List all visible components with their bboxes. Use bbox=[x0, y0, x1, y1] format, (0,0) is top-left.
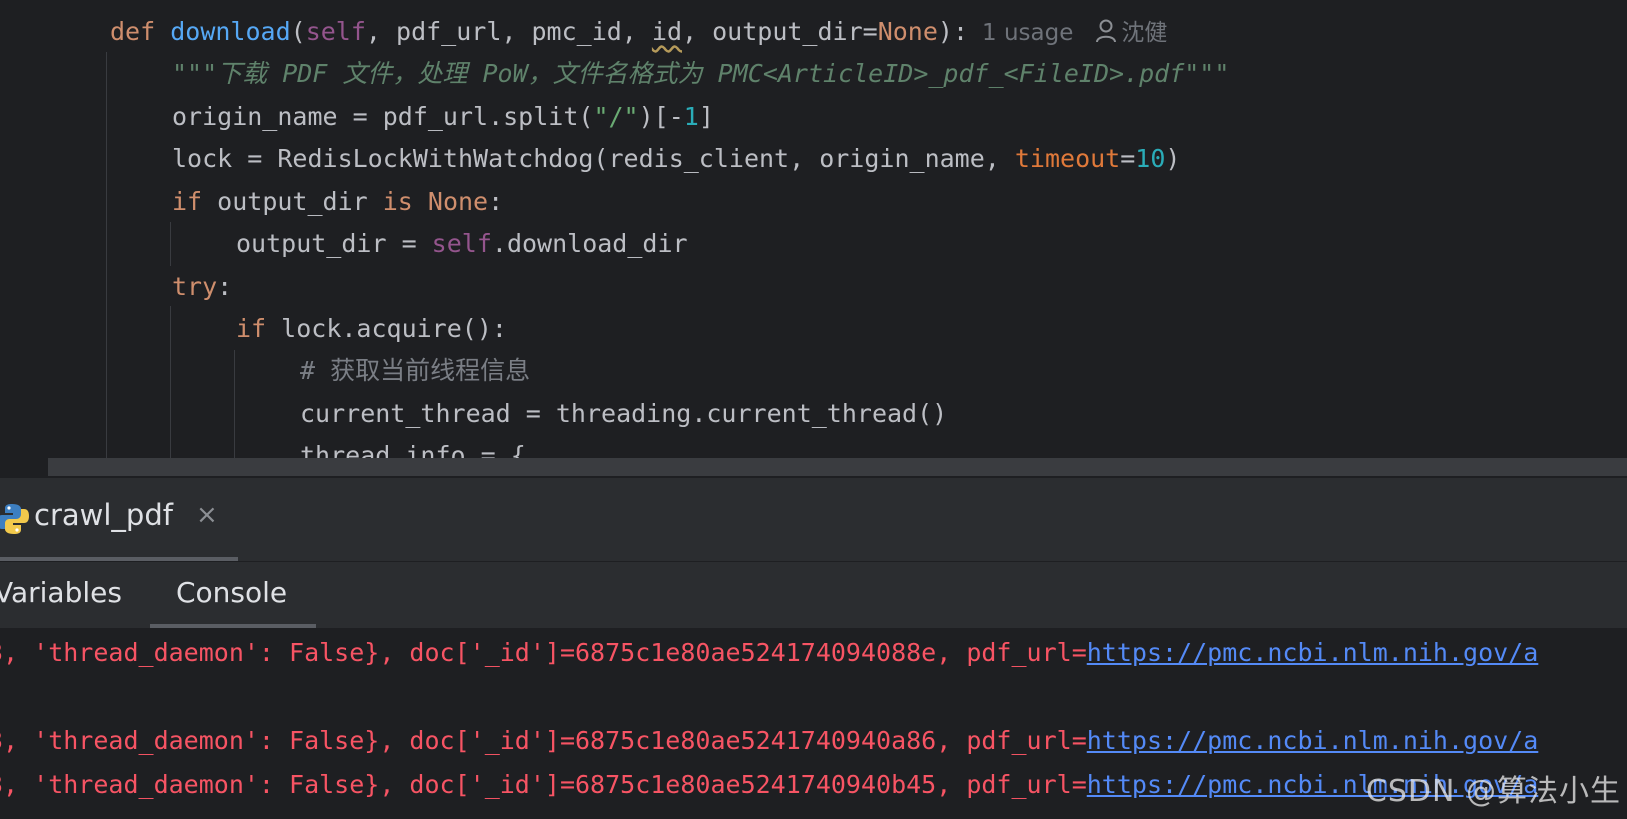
code-line-lock[interactable]: lock = RedisLockWithWatchdog(redis_clien… bbox=[172, 139, 1180, 179]
self-keyword: self bbox=[431, 229, 492, 258]
param-self: self bbox=[305, 17, 366, 46]
code-text: : bbox=[217, 272, 233, 301]
code-text: origin_name = pdf_url.split( bbox=[172, 102, 594, 131]
active-tab-indicator bbox=[0, 557, 238, 561]
is-keyword: is bbox=[382, 187, 413, 216]
params: , pdf_url, pmc_id, bbox=[365, 17, 652, 46]
run-tab-crawl-pdf[interactable]: crawl_pdf × bbox=[0, 478, 238, 561]
code-text: : bbox=[488, 187, 504, 216]
person-icon bbox=[1096, 19, 1117, 43]
param-id-warning[interactable]: id bbox=[652, 17, 682, 46]
horizontal-scrollbar[interactable] bbox=[48, 458, 1627, 476]
none-keyword: None bbox=[427, 187, 489, 216]
code-line-current-thread[interactable]: current_thread = threading.current_threa… bbox=[300, 394, 947, 434]
indent-guide bbox=[106, 52, 107, 472]
code-line-try[interactable]: try: bbox=[172, 267, 232, 307]
code-text: ) bbox=[1165, 144, 1181, 173]
def-keyword: def bbox=[110, 17, 156, 46]
code-line-docstring[interactable]: """下载 PDF 文件，处理 PoW，文件名格式为 PMC<ArticleID… bbox=[172, 54, 1229, 94]
author-hint[interactable]: 沈健 bbox=[1095, 19, 1168, 46]
indent-guide bbox=[170, 306, 171, 472]
console-link[interactable]: https://pmc.ncbi.nlm.nih.gov/a bbox=[1087, 726, 1539, 755]
code-line-if-acquire[interactable]: if lock.acquire(): bbox=[236, 309, 507, 349]
code-text: ] bbox=[698, 102, 714, 131]
code-text: .download_dir bbox=[491, 229, 688, 258]
indent-guide bbox=[170, 222, 171, 266]
string-literal: "/" bbox=[593, 102, 639, 131]
debug-sub-tabs: Variables Console bbox=[0, 562, 1627, 629]
usage-hint[interactable]: 1 usage bbox=[982, 20, 1073, 46]
if-keyword: if bbox=[172, 187, 203, 216]
function-name[interactable]: download bbox=[170, 17, 290, 46]
csdn-watermark: CSDN @算法小生 bbox=[1365, 774, 1621, 809]
code-text: )[- bbox=[638, 102, 684, 131]
console-text: 3, 'thread_daemon': False}, doc['_id']=6… bbox=[0, 638, 1087, 667]
code-text: lock.acquire(): bbox=[266, 314, 507, 343]
number-literal: 1 bbox=[683, 102, 699, 131]
console-line[interactable]: 3, 'thread_daemon': False}, doc['_id']=6… bbox=[0, 633, 1538, 673]
code-text: output_dir bbox=[202, 187, 383, 216]
number-literal: 10 bbox=[1135, 144, 1166, 173]
code-line-comment[interactable]: # 获取当前线程信息 bbox=[300, 351, 530, 391]
code-text: lock = RedisLockWithWatchdog(redis_clien… bbox=[172, 144, 1015, 173]
close-icon[interactable]: × bbox=[196, 500, 218, 530]
none-keyword: None bbox=[877, 17, 938, 46]
console-line[interactable]: 3, 'thread_daemon': False}, doc['_id']=6… bbox=[0, 765, 1538, 805]
python-icon bbox=[0, 504, 29, 534]
code-text: output_dir = bbox=[236, 229, 432, 258]
code-editor[interactable]: def download(self, pdf_url, pmc_id, id, … bbox=[0, 0, 1627, 478]
indent-guide bbox=[234, 350, 235, 472]
active-sub-tab-indicator bbox=[150, 624, 316, 628]
tab-variables[interactable]: Variables bbox=[0, 576, 122, 609]
console-link[interactable]: https://pmc.ncbi.nlm.nih.gov/a bbox=[1087, 638, 1539, 667]
code-line-def[interactable]: def download(self, pdf_url, pmc_id, id, … bbox=[110, 12, 1167, 52]
kwarg-name: timeout bbox=[1014, 144, 1121, 173]
try-keyword: try bbox=[172, 272, 218, 301]
code-line-assign-output-dir[interactable]: output_dir = self.download_dir bbox=[236, 224, 688, 264]
if-keyword: if bbox=[236, 314, 267, 343]
tab-console[interactable]: Console bbox=[176, 576, 287, 609]
author-name: 沈健 bbox=[1121, 20, 1168, 46]
console-text: 3, 'thread_daemon': False}, doc['_id']=6… bbox=[0, 726, 1087, 755]
run-tab-label: crawl_pdf bbox=[34, 498, 173, 532]
code-line-origin-name[interactable]: origin_name = pdf_url.split("/")[-1] bbox=[172, 97, 714, 137]
params-end: , output_dir= bbox=[682, 17, 878, 46]
console-line[interactable]: 3, 'thread_daemon': False}, doc['_id']=6… bbox=[0, 721, 1538, 761]
signature-end: ): bbox=[937, 17, 969, 46]
run-tab-bar: crawl_pdf × bbox=[0, 478, 1627, 562]
run-tool-window: crawl_pdf × Variables Console 3, 'thread… bbox=[0, 478, 1627, 819]
code-text: = bbox=[1120, 144, 1136, 173]
code-line-if-output-dir[interactable]: if output_dir is None: bbox=[172, 182, 503, 222]
console-text: 3, 'thread_daemon': False}, doc['_id']=6… bbox=[0, 770, 1087, 799]
paren: ( bbox=[290, 17, 306, 46]
